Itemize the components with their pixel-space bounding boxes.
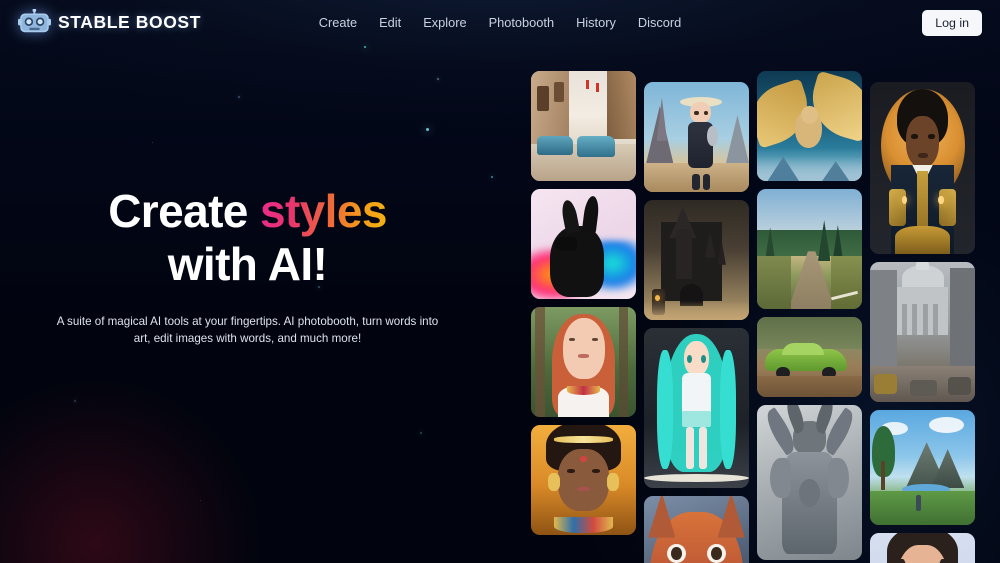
- gallery-image-horned-armored-warrior: [757, 405, 862, 560]
- gallery-tile-neon-dog-portrait[interactable]: [531, 189, 636, 299]
- gallery-tile-ruined-capitol-city[interactable]: [870, 262, 975, 402]
- gallery-column: [531, 0, 636, 563]
- gallery-tile-winged-flying-creature[interactable]: [757, 71, 862, 181]
- gallery-tile-green-classic-car[interactable]: [757, 317, 862, 397]
- gallery-column: [757, 0, 862, 563]
- gallery-tile-anime-teal-hair-girl[interactable]: [644, 328, 749, 488]
- gallery-tile-smiling-woman-portrait[interactable]: [870, 533, 975, 563]
- nav-item-edit[interactable]: Edit: [379, 13, 401, 33]
- star-particle: [437, 78, 439, 80]
- gallery-tile-forest-road-sunrise[interactable]: [757, 189, 862, 309]
- image-gallery: [531, 0, 1000, 563]
- main-navigation: Create Edit Explore Photobooth History D…: [319, 13, 682, 33]
- hero-title-line2: with AI!: [168, 238, 328, 290]
- gallery-image-red-fox-closeup: [644, 496, 749, 563]
- brand-logo[interactable]: STABLE BOOST: [18, 9, 201, 36]
- star-particle: [152, 142, 153, 143]
- gallery-tile-redhead-woman-forest[interactable]: [531, 307, 636, 417]
- star-particle: [74, 400, 76, 402]
- star-particle: [491, 176, 493, 178]
- gallery-image-african-queen-portrait: [531, 425, 636, 535]
- gallery-image-forest-road-sunrise: [757, 189, 862, 309]
- hero-section: Create styles with AI! A suite of magica…: [0, 185, 495, 347]
- gallery-image-afro-gold-suit-portrait: [870, 82, 975, 254]
- site-header: STABLE BOOST Create Edit Explore Photobo…: [0, 0, 1000, 46]
- hero-subtitle: A suite of magical AI tools at your fing…: [48, 314, 448, 348]
- gallery-image-redhead-woman-forest: [531, 307, 636, 417]
- nav-item-create[interactable]: Create: [319, 13, 357, 33]
- gallery-tile-robot-boy-fantasy[interactable]: [644, 82, 749, 192]
- nav-item-explore[interactable]: Explore: [423, 13, 466, 33]
- star-particle: [200, 500, 201, 501]
- gallery-tile-horned-armored-warrior[interactable]: [757, 405, 862, 560]
- login-button[interactable]: Log in: [922, 10, 982, 36]
- page-root: STABLE BOOST Create Edit Explore Photobo…: [0, 0, 1000, 563]
- gallery-tile-african-queen-portrait[interactable]: [531, 425, 636, 535]
- brand-name: STABLE BOOST: [58, 12, 201, 33]
- gallery-tile-vintage-cars-street[interactable]: [531, 71, 636, 181]
- star-particle: [420, 432, 422, 434]
- gallery-image-vintage-cars-street: [531, 71, 636, 181]
- gallery-tile-anime-mountain-valley[interactable]: [870, 410, 975, 525]
- nav-item-photobooth[interactable]: Photobooth: [489, 13, 554, 33]
- gallery-column: [870, 0, 975, 563]
- gallery-image-robot-boy-fantasy: [644, 82, 749, 192]
- gallery-tile-red-fox-closeup[interactable]: [644, 496, 749, 563]
- gallery-image-winged-flying-creature: [757, 71, 862, 181]
- gallery-column: [644, 0, 749, 563]
- gallery-tile-afro-gold-suit-portrait[interactable]: [870, 82, 975, 254]
- hero-title: Create styles with AI!: [108, 185, 387, 292]
- gallery-image-dark-gothic-castle: [644, 200, 749, 320]
- star-particle: [426, 128, 429, 131]
- nav-item-history[interactable]: History: [576, 13, 616, 33]
- star-particle: [364, 46, 366, 48]
- star-particle: [238, 96, 240, 98]
- hero-title-plain: Create: [108, 185, 260, 237]
- gallery-image-green-classic-car: [757, 317, 862, 397]
- gallery-image-ruined-capitol-city: [870, 262, 975, 402]
- gallery-image-smiling-woman-portrait: [870, 533, 975, 563]
- gallery-image-neon-dog-portrait: [531, 189, 636, 299]
- hero-title-accent: styles: [260, 185, 387, 237]
- gallery-image-anime-mountain-valley: [870, 410, 975, 525]
- hero-title-line1: Create styles: [108, 185, 387, 237]
- robot-head-icon: [18, 9, 51, 36]
- gallery-tile-dark-gothic-castle[interactable]: [644, 200, 749, 320]
- nav-item-discord[interactable]: Discord: [638, 13, 681, 33]
- gallery-image-anime-teal-hair-girl: [644, 328, 749, 488]
